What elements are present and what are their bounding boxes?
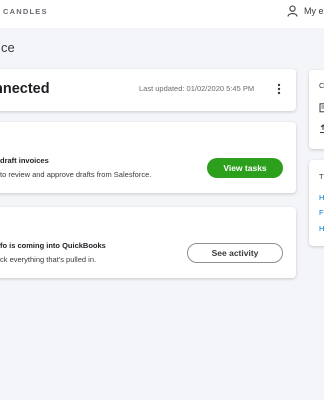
user-icon xyxy=(287,5,298,17)
see-activity-button[interactable]: See activity xyxy=(187,243,283,263)
help-link[interactable]: F xyxy=(319,208,324,217)
connection-status: nnected xyxy=(0,81,50,97)
activity-card: fo is coming into QuickBooks ck everythi… xyxy=(0,207,296,278)
activity-title: fo is coming into QuickBooks xyxy=(0,241,106,250)
more-options-button[interactable] xyxy=(275,82,283,96)
view-tasks-button[interactable]: View tasks xyxy=(207,158,283,178)
connection-status-card: nnected Last updated: 01/02/2020 5:45 PM xyxy=(0,69,296,111)
account-menu[interactable]: My ex xyxy=(287,5,324,17)
document-icon[interactable] xyxy=(319,100,324,118)
page-title: ce xyxy=(1,40,15,55)
last-updated-text: Last updated: 01/02/2020 5:45 PM xyxy=(139,84,255,93)
help-links-card: T H F H xyxy=(309,160,324,246)
side-panel-card: C xyxy=(309,70,324,149)
upload-icon-svg xyxy=(320,124,324,133)
draft-invoices-description: to review and approve drafts from Salesf… xyxy=(0,170,152,179)
help-link[interactable]: H xyxy=(319,193,324,202)
brand-name: CANDLES xyxy=(3,7,48,16)
upload-icon[interactable] xyxy=(319,121,324,139)
top-bar: CANDLES My ex xyxy=(0,0,324,28)
draft-invoices-card: draft invoices to review and approve dra… xyxy=(0,122,296,193)
draft-invoices-title: draft invoices xyxy=(0,156,49,165)
side-panel-heading: C xyxy=(319,81,324,90)
activity-description: ck everything that's pulled in. xyxy=(0,255,97,264)
help-link[interactable]: H xyxy=(319,224,324,233)
kebab-menu-icon xyxy=(277,83,281,95)
help-links-heading: T xyxy=(319,172,324,181)
account-label: My ex xyxy=(304,6,324,16)
document-icon-svg xyxy=(319,103,324,113)
